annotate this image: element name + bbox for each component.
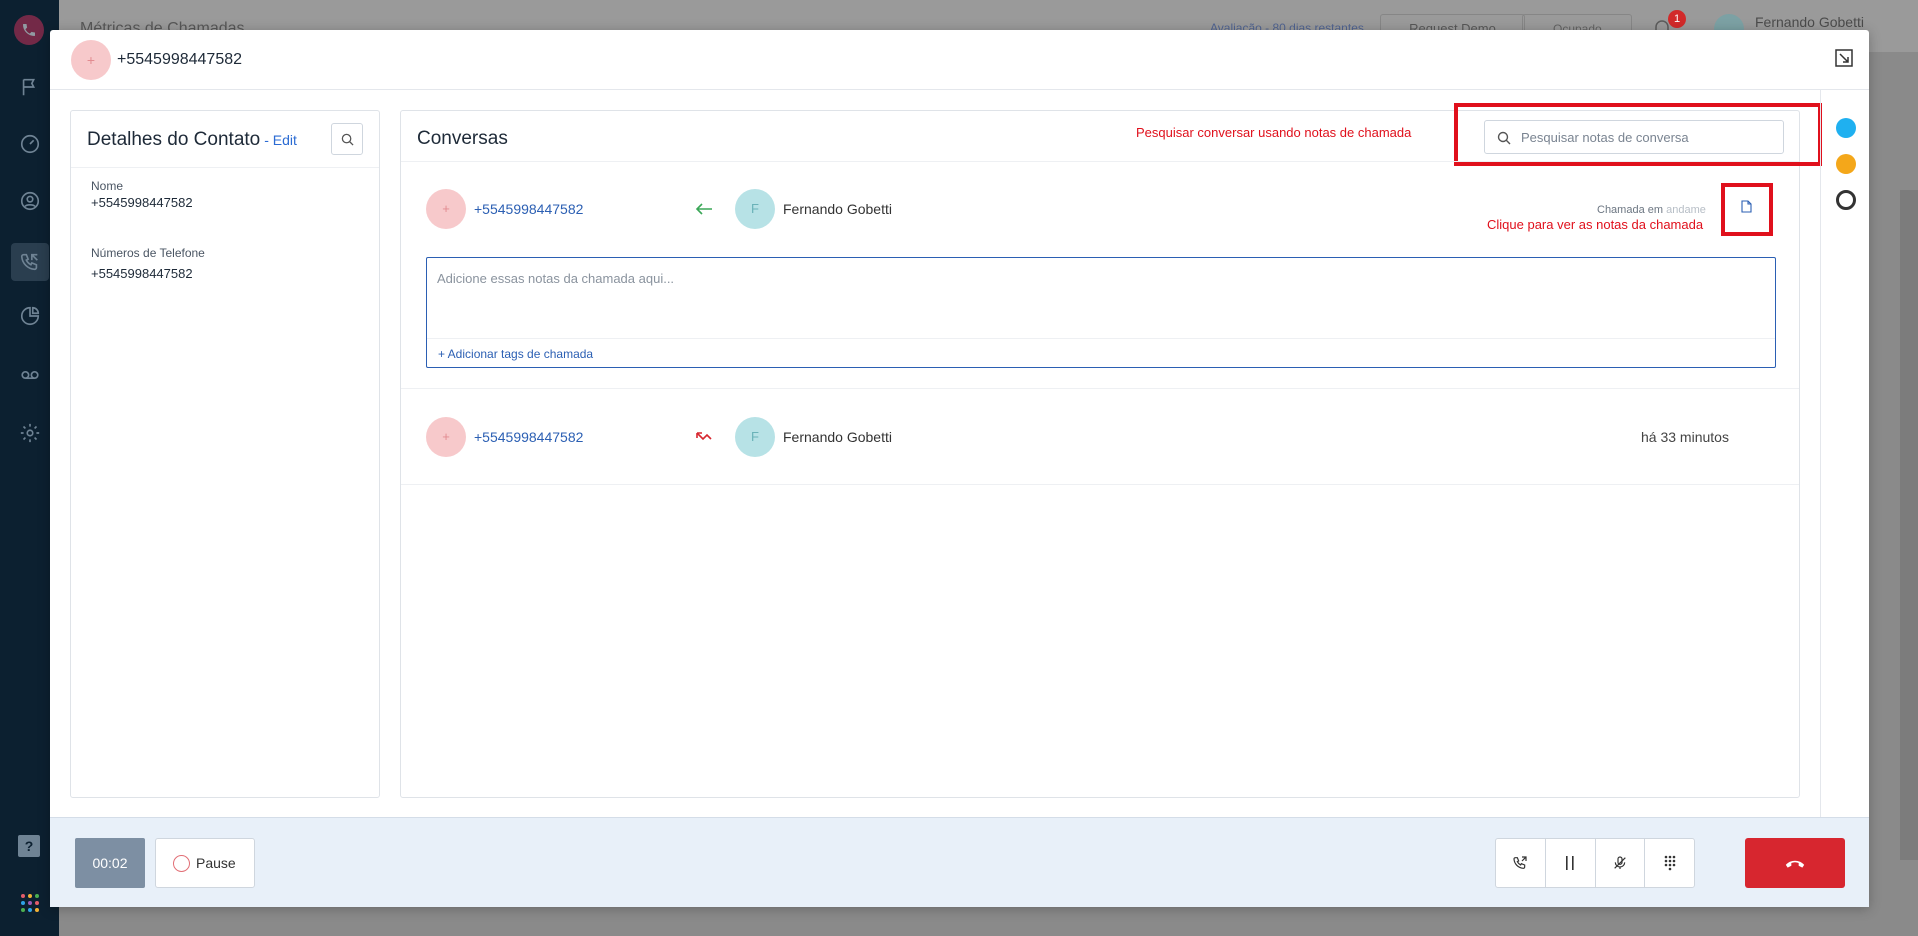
pause-button[interactable]: Pause bbox=[155, 838, 255, 888]
field-label-phone: Números de Telefone bbox=[91, 246, 205, 260]
contact-title-text: Detalhes do Contato bbox=[87, 129, 261, 150]
contact-details-panel: Detalhes do Contato - Edit Nome +55459984… bbox=[70, 110, 380, 798]
modal-header: + +5545998447582 bbox=[50, 30, 1869, 90]
pause-icon bbox=[173, 855, 190, 872]
modal-title: +5545998447582 bbox=[117, 51, 243, 68]
call-time: há 33 minutos bbox=[1641, 429, 1729, 445]
minimize-icon[interactable] bbox=[1834, 48, 1854, 68]
keypad-icon bbox=[1664, 855, 1675, 871]
keypad-button[interactable] bbox=[1645, 839, 1694, 887]
notes-separator bbox=[427, 338, 1775, 339]
hold-button[interactable] bbox=[1546, 839, 1596, 887]
call-status-text: Chamada em bbox=[1597, 204, 1664, 216]
call-notes-input[interactable] bbox=[427, 258, 1775, 338]
caller-avatar: + bbox=[426, 189, 466, 229]
call-modal: + +5545998447582 Detalhes do Contato - Ed… bbox=[50, 30, 1869, 907]
integrations-rail bbox=[1820, 90, 1869, 847]
edit-contact-link[interactable]: - Edit bbox=[264, 132, 297, 148]
caller-avatar: + bbox=[426, 417, 466, 457]
help-icon[interactable]: ? bbox=[18, 835, 40, 857]
call-notes-editor: + Adicionar tags de chamada bbox=[426, 257, 1776, 368]
transfer-call-button[interactable] bbox=[1496, 839, 1546, 887]
background-scrollbar bbox=[1900, 190, 1918, 860]
notes-search-box bbox=[1484, 120, 1784, 154]
add-call-tags-link[interactable]: + Adicionar tags de chamada bbox=[438, 347, 593, 361]
voicemail-icon[interactable] bbox=[17, 364, 43, 390]
call-timer: 00:02 bbox=[75, 838, 145, 888]
app-logo-icon[interactable] bbox=[14, 15, 44, 45]
contacts-icon[interactable] bbox=[17, 190, 43, 216]
caller-avatar: + bbox=[71, 40, 111, 80]
apps-grid-icon[interactable] bbox=[20, 893, 40, 913]
search-icon bbox=[341, 133, 354, 146]
reports-icon[interactable] bbox=[17, 305, 43, 331]
mute-button[interactable] bbox=[1596, 839, 1646, 887]
pause-label: Pause bbox=[196, 855, 236, 871]
field-value-phone: +5545998447582 bbox=[91, 266, 193, 281]
conversations-title: Conversas bbox=[417, 128, 508, 149]
notification-badge: 1 bbox=[1668, 10, 1686, 28]
field-label-name: Nome bbox=[91, 179, 124, 193]
lightning-blue-icon[interactable] bbox=[1836, 118, 1856, 138]
conversations-panel: Conversas Pesquisar conversar usando not… bbox=[400, 103, 1822, 798]
transfer-icon bbox=[1513, 856, 1527, 869]
mic-off-icon bbox=[1614, 856, 1626, 869]
hang-up-button[interactable] bbox=[1745, 838, 1845, 888]
lightning-orange-icon[interactable] bbox=[1836, 154, 1856, 174]
caller-number-link[interactable]: +5545998447582 bbox=[474, 429, 583, 445]
call-status-fade: andame bbox=[1666, 204, 1706, 216]
settings-icon[interactable] bbox=[17, 422, 43, 448]
swirl-icon[interactable] bbox=[1836, 190, 1856, 210]
call-actions-group bbox=[1495, 838, 1695, 888]
call-controls-bar: 00:02 Pause bbox=[50, 817, 1869, 907]
missed-call-icon bbox=[694, 429, 714, 445]
caller-number-link[interactable]: +5545998447582 bbox=[474, 201, 583, 217]
call-status: Chamada em andame bbox=[1597, 204, 1706, 216]
annotation-search-hint: Pesquisar conversar usando notas de cham… bbox=[1136, 125, 1412, 140]
contact-search-button[interactable] bbox=[331, 123, 363, 155]
notes-search-input[interactable] bbox=[1521, 121, 1776, 153]
agent-avatar: F bbox=[735, 417, 775, 457]
field-value-name: +5545998447582 bbox=[91, 195, 193, 210]
hold-icon bbox=[1566, 856, 1574, 870]
dashboard-icon[interactable] bbox=[17, 133, 43, 159]
search-icon bbox=[1497, 131, 1511, 145]
call-notes-icon[interactable] bbox=[1741, 200, 1755, 216]
hang-up-icon bbox=[1785, 860, 1805, 868]
agent-name: Fernando Gobetti bbox=[783, 201, 892, 217]
contact-details-title: Detalhes do Contato - Edit bbox=[87, 129, 297, 151]
flag-icon[interactable] bbox=[17, 76, 43, 102]
conversations-divider bbox=[401, 161, 1799, 162]
incoming-arrow-icon bbox=[694, 201, 714, 217]
user-name: Fernando Gobetti bbox=[1755, 14, 1864, 30]
annotation-notes-hint: Clique para ver as notas da chamada bbox=[1487, 217, 1704, 232]
contact-divider bbox=[71, 167, 379, 168]
agent-name: Fernando Gobetti bbox=[783, 429, 892, 445]
agent-avatar: F bbox=[735, 189, 775, 229]
calls-icon[interactable] bbox=[11, 243, 49, 281]
